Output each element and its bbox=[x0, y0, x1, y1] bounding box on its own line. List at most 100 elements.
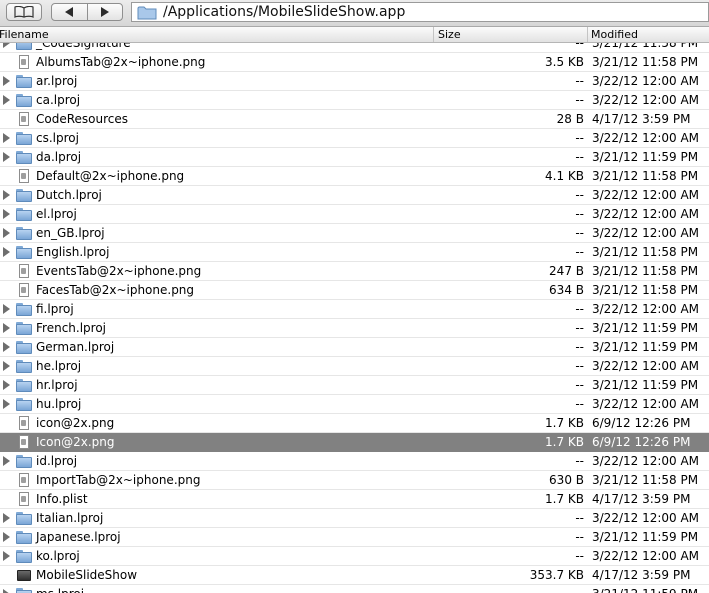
file-name: Info.plist bbox=[36, 492, 88, 506]
disclosure-triangle-icon[interactable] bbox=[3, 532, 10, 542]
file-row[interactable]: ms.lproj -- 3/21/12 11:59 PM bbox=[0, 585, 709, 593]
file-row[interactable]: Icon@2x.png 1.7 KB 6/9/12 12:26 PM bbox=[0, 433, 709, 452]
file-size: -- bbox=[575, 226, 584, 240]
disclosure-triangle-icon[interactable] bbox=[3, 456, 10, 466]
folder-icon bbox=[16, 74, 32, 88]
size-column-header[interactable]: Size bbox=[434, 27, 588, 42]
file-name: CodeResources bbox=[36, 112, 129, 126]
folder-icon bbox=[16, 587, 32, 593]
file-name: Dutch.lproj bbox=[36, 188, 102, 202]
file-row[interactable]: German.lproj -- 3/21/12 11:59 PM bbox=[0, 338, 709, 357]
file-modified: 4/17/12 3:59 PM bbox=[592, 492, 691, 506]
path-field[interactable]: /Applications/MobileSlideShow.app bbox=[131, 2, 709, 22]
disclosure-triangle-icon[interactable] bbox=[3, 43, 10, 48]
folder-icon bbox=[16, 397, 32, 411]
file-row[interactable]: FacesTab@2x~iphone.png 634 B 3/21/12 11:58… bbox=[0, 281, 709, 300]
folder-icon bbox=[16, 302, 32, 316]
disclosure-triangle-icon[interactable] bbox=[3, 551, 10, 561]
file-name: FacesTab@2x~iphone.png bbox=[36, 283, 195, 297]
file-name: he.lproj bbox=[36, 359, 82, 373]
file-row[interactable]: he.lproj -- 3/22/12 12:00 AM bbox=[0, 357, 709, 376]
disclosure-triangle-icon[interactable] bbox=[3, 361, 10, 371]
disclosure-triangle-icon[interactable] bbox=[3, 304, 10, 314]
disclosure-triangle-icon[interactable] bbox=[3, 209, 10, 219]
disclosure-triangle-icon[interactable] bbox=[3, 589, 10, 593]
file-row[interactable]: MobileSlideShow 353.7 KB 4/17/12 3:59 PM bbox=[0, 566, 709, 585]
file-row[interactable]: CodeResources 28 B 4/17/12 3:59 PM bbox=[0, 110, 709, 129]
file-row[interactable]: ImportTab@2x~iphone.png 630 B 3/21/12 11:5… bbox=[0, 471, 709, 490]
file-modified: 3/21/12 11:58 PM bbox=[592, 245, 699, 259]
executable-icon bbox=[16, 568, 32, 582]
file-row[interactable]: English.lproj -- 3/21/12 11:58 PM bbox=[0, 243, 709, 262]
file-row[interactable]: da.lproj -- 3/21/12 11:59 PM bbox=[0, 148, 709, 167]
file-row[interactable]: cs.lproj -- 3/22/12 12:00 AM bbox=[0, 129, 709, 148]
file-rows: _CodeSignature -- 3/21/12 11:58 PM AlbumsTa… bbox=[0, 43, 709, 593]
file-row[interactable]: icon@2x.png 1.7 KB 6/9/12 12:26 PM bbox=[0, 414, 709, 433]
disclosure-triangle-icon[interactable] bbox=[3, 76, 10, 86]
file-modified: 3/22/12 12:00 AM bbox=[592, 207, 700, 221]
file-row[interactable]: Dutch.lproj -- 3/22/12 12:00 AM bbox=[0, 186, 709, 205]
file-modified: 4/17/12 3:59 PM bbox=[592, 112, 691, 126]
folder-icon bbox=[16, 245, 32, 259]
file-row[interactable]: el.lproj -- 3/22/12 12:00 AM bbox=[0, 205, 709, 224]
disclosure-triangle-icon[interactable] bbox=[3, 95, 10, 105]
disclosure-triangle-icon[interactable] bbox=[3, 133, 10, 143]
disclosure-triangle-icon[interactable] bbox=[3, 152, 10, 162]
disclosure-triangle-icon[interactable] bbox=[3, 228, 10, 238]
modified-column-header[interactable]: Modified bbox=[588, 27, 709, 42]
document-icon bbox=[16, 264, 32, 278]
file-row[interactable]: hu.lproj -- 3/22/12 12:00 AM bbox=[0, 395, 709, 414]
file-row[interactable]: ko.lproj -- 3/22/12 12:00 AM bbox=[0, 547, 709, 566]
file-row[interactable]: EventsTab@2x~iphone.png 247 B 3/21/12 11:5… bbox=[0, 262, 709, 281]
disclosure-triangle-icon[interactable] bbox=[3, 399, 10, 409]
file-size: -- bbox=[575, 321, 584, 335]
document-icon bbox=[16, 169, 32, 183]
disclosure-triangle-icon[interactable] bbox=[3, 380, 10, 390]
file-name: da.lproj bbox=[36, 150, 82, 164]
bookmarks-button[interactable] bbox=[6, 3, 42, 21]
file-size: 353.7 KB bbox=[529, 568, 584, 582]
file-size: -- bbox=[434, 585, 584, 593]
document-icon bbox=[16, 112, 32, 126]
file-row[interactable]: Italian.lproj -- 3/22/12 12:00 AM bbox=[0, 509, 709, 528]
forward-button[interactable] bbox=[88, 4, 123, 20]
file-name: German.lproj bbox=[36, 340, 115, 354]
disclosure-triangle-icon[interactable] bbox=[3, 323, 10, 333]
file-size: -- bbox=[575, 454, 584, 468]
disclosure-triangle-icon[interactable] bbox=[3, 190, 10, 200]
book-icon bbox=[14, 6, 34, 18]
folder-icon bbox=[137, 6, 157, 19]
file-size: -- bbox=[575, 150, 584, 164]
back-button[interactable] bbox=[52, 4, 88, 20]
file-size: -- bbox=[575, 302, 584, 316]
file-modified: 3/21/12 11:59 PM bbox=[592, 530, 699, 544]
path-text: /Applications/MobileSlideShow.app bbox=[163, 4, 406, 20]
file-row[interactable]: id.lproj -- 3/22/12 12:00 AM bbox=[0, 452, 709, 471]
file-name: el.lproj bbox=[36, 207, 77, 221]
disclosure-triangle-icon[interactable] bbox=[3, 513, 10, 523]
file-size: -- bbox=[575, 340, 584, 354]
file-row[interactable]: ar.lproj -- 3/22/12 12:00 AM bbox=[0, 72, 709, 91]
filename-column-header[interactable]: Filename bbox=[0, 27, 434, 42]
file-row[interactable]: French.lproj -- 3/21/12 11:59 PM bbox=[0, 319, 709, 338]
file-row[interactable]: ca.lproj -- 3/22/12 12:00 AM bbox=[0, 91, 709, 110]
disclosure-triangle-icon[interactable] bbox=[3, 342, 10, 352]
disclosure-triangle-icon[interactable] bbox=[3, 247, 10, 257]
file-row[interactable]: Default@2x~iphone.png 4.1 KB 3/21/12 11:58… bbox=[0, 167, 709, 186]
file-size: 1.7 KB bbox=[545, 435, 584, 449]
folder-icon bbox=[16, 188, 32, 202]
file-row[interactable]: _CodeSignature -- 3/21/12 11:58 PM bbox=[0, 43, 709, 53]
file-size: 4.1 KB bbox=[545, 169, 584, 183]
file-row[interactable]: en_GB.lproj -- 3/22/12 12:00 AM bbox=[0, 224, 709, 243]
file-modified: 3/21/12 11:59 PM bbox=[592, 150, 699, 164]
file-row[interactable]: Japanese.lproj -- 3/21/12 11:59 PM bbox=[0, 528, 709, 547]
file-row[interactable]: fi.lproj -- 3/22/12 12:00 AM bbox=[0, 300, 709, 319]
file-row[interactable]: Info.plist 1.7 KB 4/17/12 3:59 PM bbox=[0, 490, 709, 509]
file-row[interactable]: hr.lproj -- 3/21/12 11:59 PM bbox=[0, 376, 709, 395]
navigation-buttons bbox=[51, 3, 123, 21]
file-name: en_GB.lproj bbox=[36, 226, 105, 240]
file-row[interactable]: AlbumsTab@2x~iphone.png 3.5 KB 3/21/12 11:… bbox=[0, 53, 709, 72]
file-list[interactable]: _CodeSignature -- 3/21/12 11:58 PM AlbumsTa… bbox=[0, 43, 709, 593]
file-size: -- bbox=[575, 93, 584, 107]
folder-icon bbox=[16, 150, 32, 164]
